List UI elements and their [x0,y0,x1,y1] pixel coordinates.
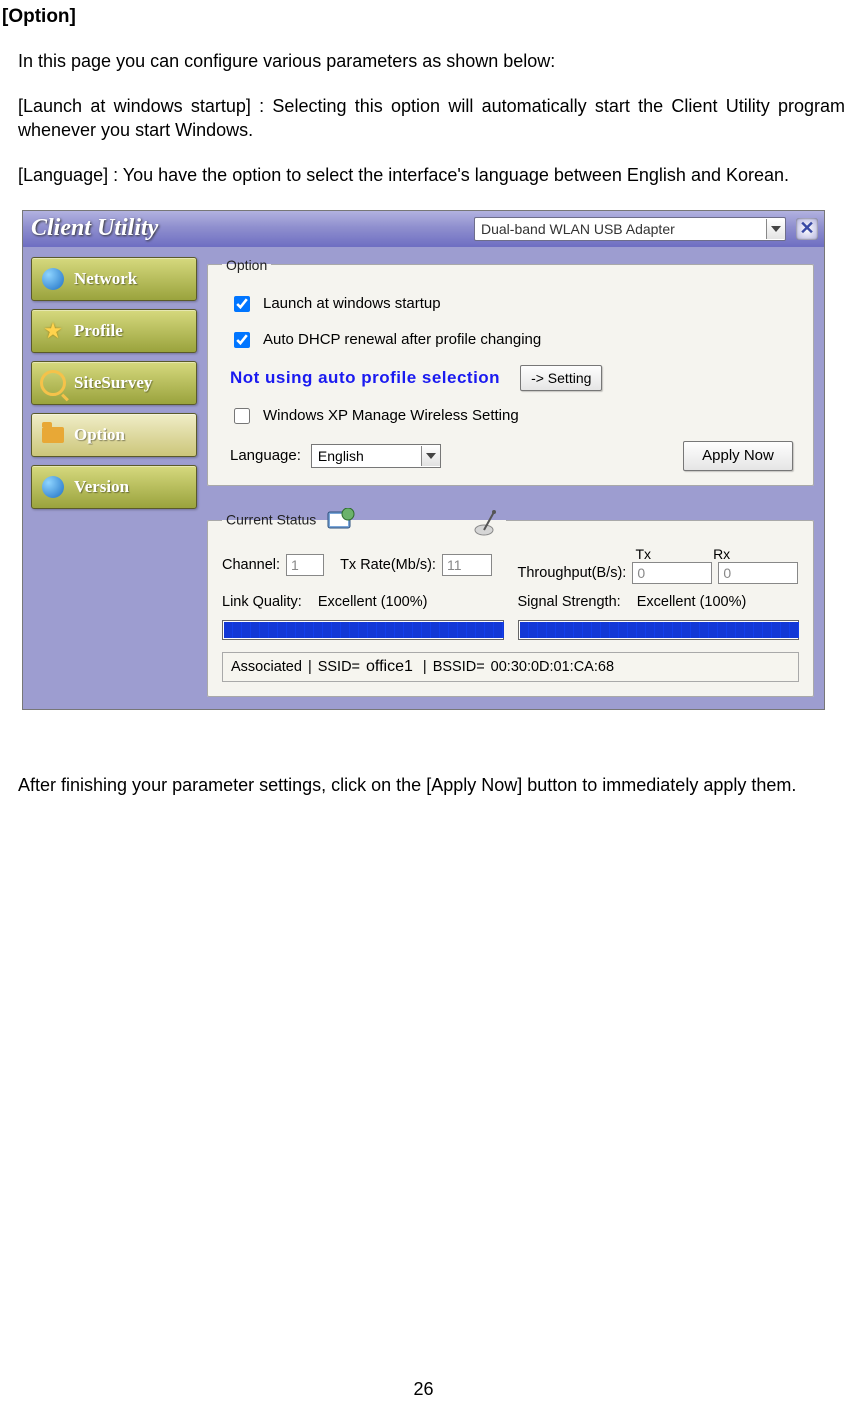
computer-icon [326,508,354,534]
sidebar-item-profile[interactable]: ★ Profile [31,309,197,353]
txrate-value: 11 [442,554,492,576]
assoc-status: Associated [231,659,302,675]
folder-icon [40,422,66,448]
auto-profile-note: Not using auto profile selection [230,368,500,388]
adapter-select-value: Dual-band WLAN USB Adapter [475,221,766,237]
section-heading: [Option] [2,6,847,28]
throughput-tx-value: 0 [632,562,712,584]
bssid-label: BSSID= [433,659,485,675]
status-legend: Current Status [222,508,506,534]
sidebar-item-label: Option [74,425,125,445]
page-number: 26 [0,1379,847,1400]
xp-manage-label: Windows XP Manage Wireless Setting [263,407,519,424]
ssid-value: office1 [366,658,413,676]
tx-col-header: Tx [636,546,652,562]
intro-p3: [Language] : You have the option to sele… [18,164,847,187]
sidebar-item-network[interactable]: Network [31,257,197,301]
signal-strength-label: Signal Strength: [518,594,621,610]
sidebar-item-label: SiteSurvey [74,373,152,393]
globe-icon [40,474,66,500]
xp-manage-checkbox[interactable] [234,408,250,424]
sidebar-item-sitesurvey[interactable]: SiteSurvey [31,361,197,405]
sidebar-item-version[interactable]: Version [31,465,197,509]
link-quality-label: Link Quality: [222,594,302,610]
auto-dhcp-row[interactable]: Auto DHCP renewal after profile changing [230,329,799,351]
ssid-label: SSID= [318,659,360,675]
sidebar-item-label: Network [74,269,137,289]
option-legend: Option [222,257,271,273]
language-label: Language: [230,447,301,464]
setting-button[interactable]: -> Setting [520,365,602,391]
sidebar: Network ★ Profile SiteSurvey Option [31,257,197,697]
xp-manage-row[interactable]: Windows XP Manage Wireless Setting [230,405,799,427]
outro-paragraph: After finishing your parameter settings,… [18,774,845,797]
option-panel: Option Launch at windows startup Auto DH… [207,257,814,486]
auto-dhcp-label: Auto DHCP renewal after profile changing [263,331,541,348]
chevron-down-icon[interactable] [766,219,785,239]
app-screenshot: Client Utility Dual-band WLAN USB Adapte… [22,210,825,710]
txrate-label: Tx Rate(Mb/s): [340,557,436,573]
channel-value: 1 [286,554,324,576]
channel-label: Channel: [222,557,280,573]
app-title: Client Utility [29,215,158,242]
rx-col-header: Rx [713,546,730,562]
status-panel: Current Status [207,508,814,697]
search-icon [40,370,66,396]
titlebar: Client Utility Dual-band WLAN USB Adapte… [23,211,824,247]
adapter-select[interactable]: Dual-band WLAN USB Adapter [474,217,786,241]
apply-now-button[interactable]: Apply Now [683,441,793,471]
star-icon: ★ [40,318,66,344]
globe-icon [40,266,66,292]
language-select-value: English [312,448,421,464]
launch-at-startup-row[interactable]: Launch at windows startup [230,293,799,315]
link-quality-value: Excellent (100%) [318,594,428,610]
close-icon[interactable]: ✕ [796,218,818,240]
language-select[interactable]: English [311,444,441,468]
sidebar-item-label: Version [74,477,129,497]
throughput-rx-value: 0 [718,562,798,584]
launch-at-startup-label: Launch at windows startup [263,295,441,312]
chevron-down-icon[interactable] [421,446,440,466]
antenna-icon [474,508,502,534]
status-bar: Associated | SSID= office1 | BSSID= 00:3… [222,652,799,682]
throughput-label: Throughput(B/s): [518,565,627,581]
sidebar-item-label: Profile [74,321,123,341]
bssid-value: 00:30:0D:01:CA:68 [491,659,614,675]
launch-at-startup-checkbox[interactable] [234,296,250,312]
signal-strength-value: Excellent (100%) [637,594,747,610]
auto-dhcp-checkbox[interactable] [234,332,250,348]
signal-strength-bar [518,620,800,640]
intro-p1: In this page you can configure various p… [18,50,847,73]
sidebar-item-option[interactable]: Option [31,413,197,457]
link-quality-bar [222,620,504,640]
intro-p2: [Launch at windows startup] : Selecting … [18,95,847,142]
